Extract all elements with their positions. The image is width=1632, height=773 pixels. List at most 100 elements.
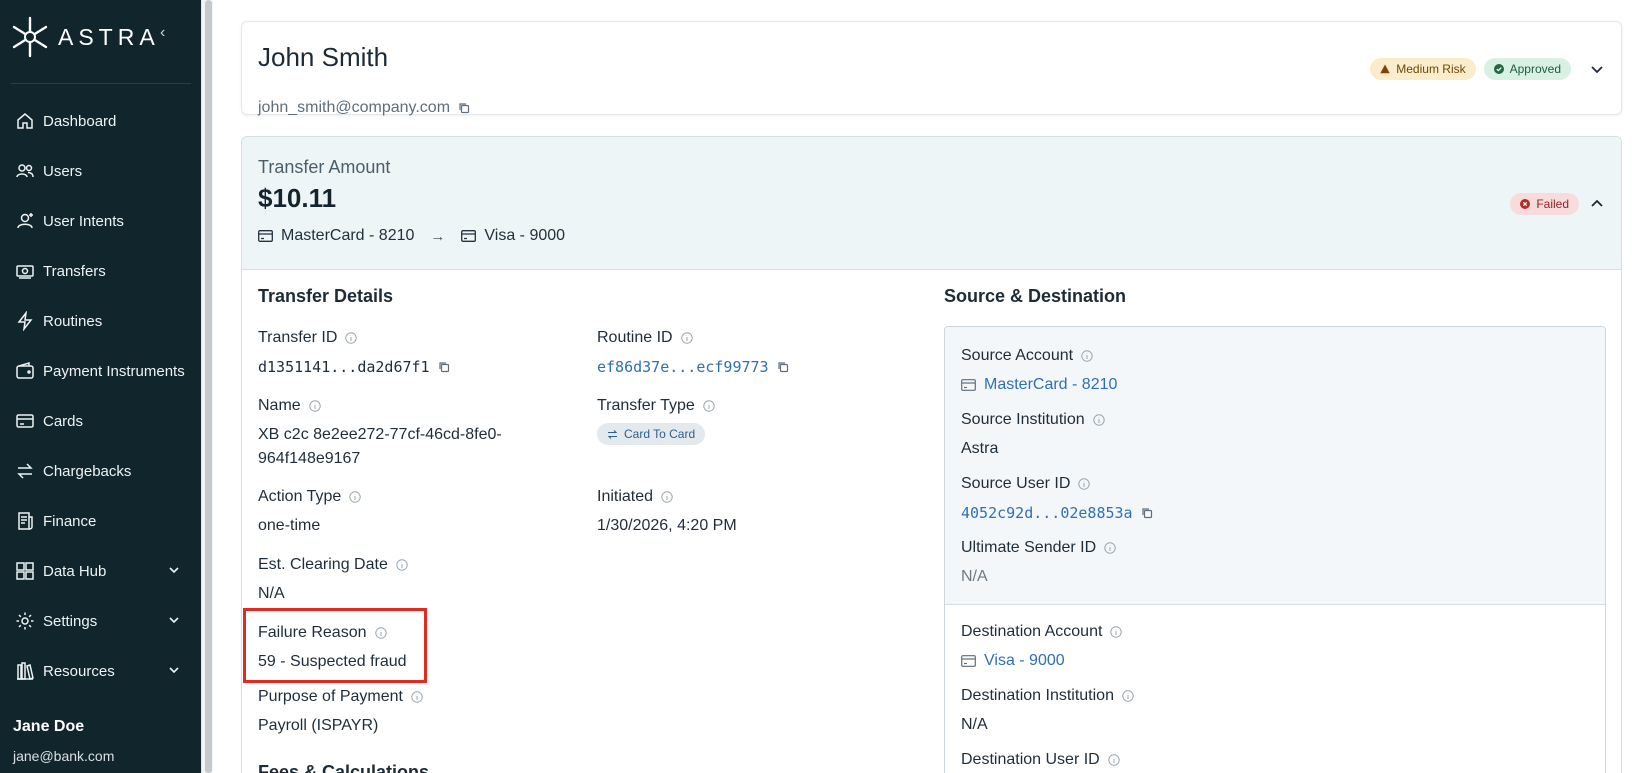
copy-icon[interactable] bbox=[1141, 507, 1153, 519]
home-icon bbox=[17, 113, 33, 129]
sidebar-item-payment-instruments[interactable]: Payment Instruments bbox=[0, 346, 201, 396]
sidebar-item-label: Cards bbox=[43, 412, 84, 430]
info-icon[interactable] bbox=[1104, 542, 1116, 554]
card-icon bbox=[258, 230, 273, 242]
destination-institution-label: Destination Institution bbox=[961, 687, 1114, 704]
risk-badge-label: Medium Risk bbox=[1396, 62, 1466, 76]
chevron-down-icon[interactable] bbox=[1589, 61, 1605, 77]
brand-logo[interactable]: ASTRA bbox=[10, 16, 160, 58]
destination-account-label: Destination Account bbox=[961, 623, 1103, 640]
info-icon[interactable] bbox=[411, 691, 423, 703]
destination-account-link[interactable]: Visa - 9000 bbox=[984, 649, 1065, 673]
fees-title: Fees & Calculations bbox=[258, 762, 430, 773]
field-source-user-id: Source User ID 4052c92d...02e8853a bbox=[961, 475, 1153, 525]
info-icon[interactable] bbox=[1110, 626, 1123, 638]
info-icon[interactable] bbox=[1081, 350, 1093, 362]
field-source-account: Source Account MasterCard - 8210 bbox=[961, 347, 1117, 397]
collapse-sidebar-icon[interactable]: ‹ bbox=[160, 24, 165, 42]
field-label: Source User ID bbox=[961, 475, 1153, 493]
transfer-type-label: Transfer Type bbox=[597, 397, 695, 414]
field-label: Source Account bbox=[961, 347, 1117, 365]
card-icon bbox=[961, 655, 976, 667]
info-icon[interactable] bbox=[1078, 478, 1091, 490]
copy-icon[interactable] bbox=[458, 102, 470, 114]
source-institution-label: Source Institution bbox=[961, 411, 1085, 428]
sidebar-item-chargebacks[interactable]: Chargebacks bbox=[0, 446, 201, 496]
sidebar-scrollbar[interactable] bbox=[201, 0, 213, 773]
destination-institution-value: N/A bbox=[961, 716, 988, 733]
field-label: Routine ID bbox=[597, 329, 789, 347]
chevron-down-icon[interactable] bbox=[167, 663, 181, 677]
wallet-icon bbox=[16, 361, 34, 379]
chevron-down-icon[interactable] bbox=[167, 613, 181, 627]
info-icon[interactable] bbox=[308, 400, 321, 412]
sidebar-divider bbox=[10, 83, 191, 84]
brand-name: ASTRA bbox=[58, 23, 160, 50]
info-icon[interactable] bbox=[680, 332, 693, 344]
sidebar-item-label: Dashboard bbox=[43, 112, 117, 130]
info-icon[interactable] bbox=[345, 332, 358, 344]
field-label: Ultimate Sender ID bbox=[961, 539, 1116, 557]
card-icon bbox=[461, 230, 477, 242]
field-label: Initiated bbox=[597, 488, 737, 506]
transfer-summary[interactable]: Transfer Amount $10.11 MasterCard - 8210… bbox=[242, 137, 1621, 270]
field-label: Destination User ID bbox=[961, 751, 1120, 769]
initiated-value: 1/30/2026, 4:20 PM bbox=[597, 517, 737, 534]
field-destination-account: Destination Account Visa - 9000 bbox=[961, 623, 1123, 673]
chevron-down-icon[interactable] bbox=[167, 563, 181, 577]
field-label: Transfer Type bbox=[597, 397, 715, 415]
sidebar-nav: Dashboard Users User Intents Transfers R… bbox=[0, 96, 201, 696]
sidebar-item-data-hub[interactable]: Data Hub bbox=[0, 546, 201, 596]
check-circle-icon bbox=[1493, 64, 1504, 74]
sidebar-item-users[interactable]: Users bbox=[0, 146, 201, 196]
sidebar-item-finance[interactable]: Finance bbox=[0, 496, 201, 546]
chevron-up-icon[interactable] bbox=[1589, 196, 1605, 212]
info-icon[interactable] bbox=[1092, 414, 1105, 426]
sidebar-item-cards[interactable]: Cards bbox=[0, 396, 201, 446]
sidebar: ASTRA ‹ Dashboard Users User Intents Tra… bbox=[0, 0, 201, 773]
sidebar-item-label: User Intents bbox=[43, 212, 124, 230]
users-icon bbox=[16, 164, 34, 178]
transfer-id-text: d1351141...da2d67f1 bbox=[258, 358, 430, 376]
approval-badge-label: Approved bbox=[1509, 62, 1561, 76]
ultimate-sender-label: Ultimate Sender ID bbox=[961, 539, 1097, 556]
info-icon[interactable] bbox=[396, 559, 408, 571]
sidebar-item-resources[interactable]: Resources bbox=[0, 646, 201, 696]
current-user[interactable]: Jane Doe jane@bank.com bbox=[13, 718, 114, 764]
sidebar-item-user-intents[interactable]: User Intents bbox=[0, 196, 201, 246]
info-icon[interactable] bbox=[1108, 754, 1120, 766]
copy-icon[interactable] bbox=[438, 361, 450, 373]
copy-icon[interactable] bbox=[777, 361, 789, 373]
sidebar-item-dashboard[interactable]: Dashboard bbox=[0, 96, 201, 146]
grid-icon bbox=[16, 562, 34, 580]
initiated-label: Initiated bbox=[597, 488, 654, 505]
clearing-value: N/A bbox=[258, 585, 285, 602]
field-label: Source Institution bbox=[961, 411, 1105, 429]
scrollbar-thumb[interactable] bbox=[205, 0, 212, 773]
card-icon bbox=[961, 379, 976, 391]
astra-logo-icon bbox=[12, 16, 48, 58]
field-routine-id: Routine ID ef86d37e...ecf99773 bbox=[597, 329, 789, 379]
info-icon[interactable] bbox=[703, 400, 715, 412]
source-account-link[interactable]: MasterCard - 8210 bbox=[984, 373, 1117, 397]
source-destination-title: Source & Destination bbox=[944, 286, 1127, 306]
sidebar-item-routines[interactable]: Routines bbox=[0, 296, 201, 346]
customer-card: John Smith john_smith@company.com Medium… bbox=[241, 21, 1622, 117]
info-icon[interactable] bbox=[661, 491, 673, 503]
field-purpose-of-payment: Purpose of Payment Payroll (ISPAYR) bbox=[258, 688, 423, 738]
routine-id-value: ef86d37e...ecf99773 bbox=[597, 355, 789, 379]
sidebar-item-transfers[interactable]: Transfers bbox=[0, 246, 201, 296]
info-icon[interactable] bbox=[349, 491, 362, 503]
customer-email: john_smith@company.com bbox=[258, 99, 470, 117]
routine-id-link[interactable]: ef86d37e...ecf99773 bbox=[597, 355, 769, 379]
action-type-value: one-time bbox=[258, 517, 321, 534]
customer-email-text: john_smith@company.com bbox=[258, 99, 451, 116]
sidebar-item-settings[interactable]: Settings bbox=[0, 596, 201, 646]
source-user-link[interactable]: 4052c92d...02e8853a bbox=[961, 501, 1133, 525]
source-user-value: 4052c92d...02e8853a bbox=[961, 501, 1153, 525]
transfer-status: Failed bbox=[1510, 193, 1605, 215]
info-icon[interactable] bbox=[1122, 690, 1134, 702]
destination-card-label: Visa - 9000 bbox=[484, 227, 566, 244]
sidebar-item-label: Transfers bbox=[43, 262, 106, 280]
name-value: XB c2c 8e2ee272-77cf-46cd-8fe0- 964f148e… bbox=[258, 423, 502, 471]
